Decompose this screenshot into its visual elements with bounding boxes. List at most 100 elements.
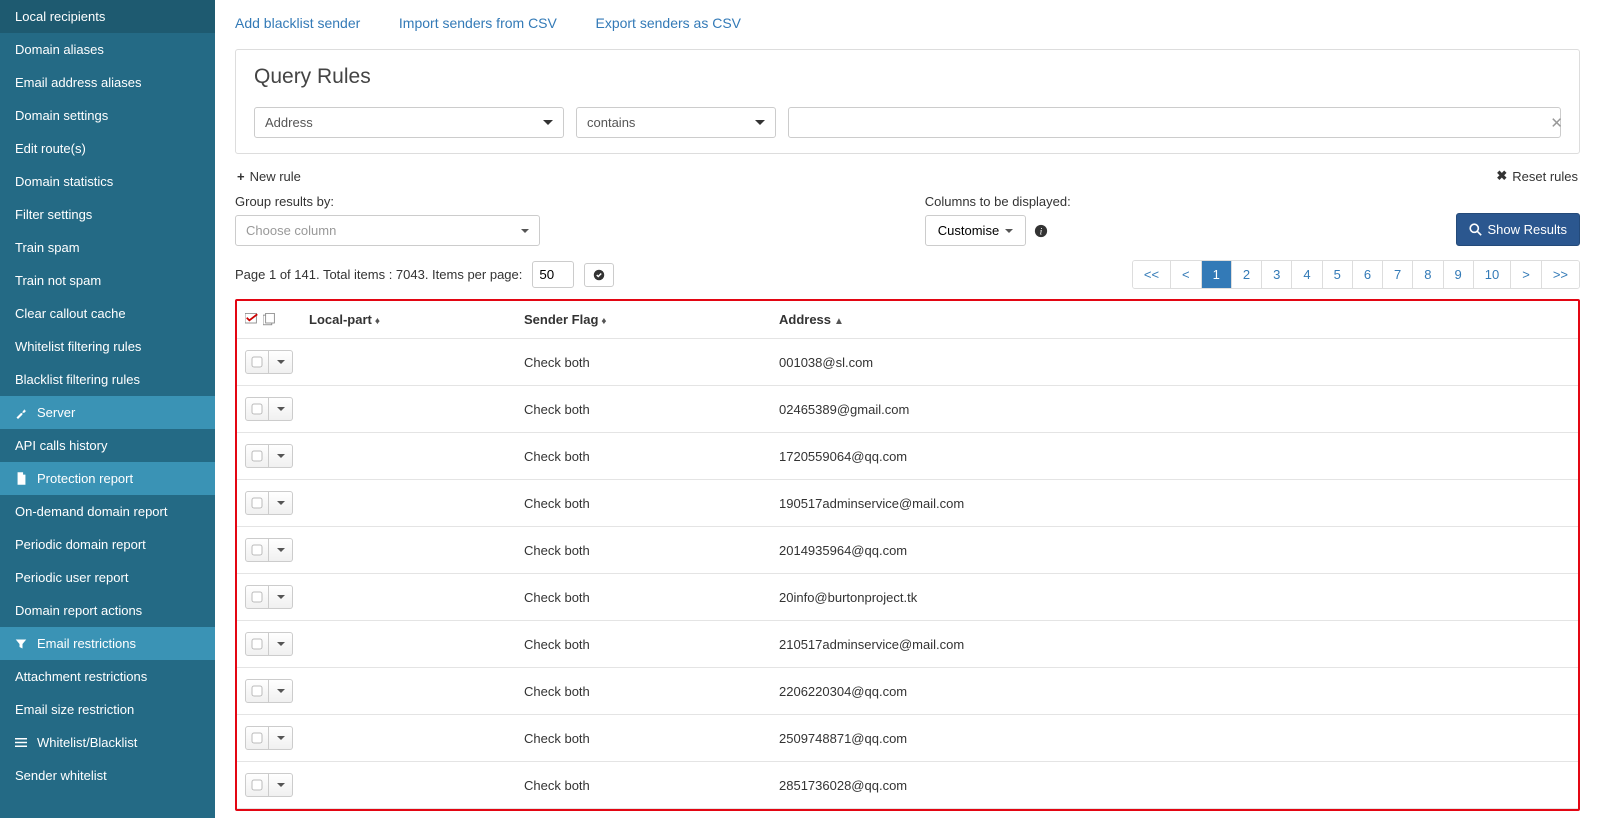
group-by-select[interactable]: Choose column [235,215,540,246]
row-select-checkbox[interactable] [245,773,269,797]
page-5[interactable]: 5 [1322,261,1352,288]
cell-sender-flag: Check both [516,433,771,480]
export-senders-csv-link[interactable]: Export senders as CSV [595,15,741,31]
row-actions-dropdown[interactable] [269,350,293,374]
page-4[interactable]: 4 [1291,261,1321,288]
page-6[interactable]: 6 [1352,261,1382,288]
sidebar-item-api-calls-history[interactable]: API calls history [0,429,215,462]
sidebar-item-label: Domain report actions [15,603,142,618]
cell-sender-flag: Check both [516,715,771,762]
sidebar-item-domain-aliases[interactable]: Domain aliases [0,33,215,66]
row-actions-dropdown[interactable] [269,632,293,656]
page->[interactable]: > [1510,261,1541,288]
add-blacklist-sender-link[interactable]: Add blacklist sender [235,15,360,31]
sidebar-item-periodic-user-report[interactable]: Periodic user report [0,561,215,594]
row-select-checkbox[interactable] [245,585,269,609]
row-actions-dropdown[interactable] [269,444,293,468]
file-icon [15,472,27,485]
column-header-address[interactable]: Address▲ [771,301,1578,339]
row-select-checkbox[interactable] [245,679,269,703]
sidebar-item-whitelist-blacklist[interactable]: Whitelist/Blacklist [0,726,215,759]
sidebar-item-server[interactable]: Server [0,396,215,429]
row-actions-dropdown[interactable] [269,726,293,750]
sidebar-item-whitelist-filtering-rules[interactable]: Whitelist filtering rules [0,330,215,363]
sidebar-item-label: Whitelist/Blacklist [37,735,137,750]
row-select-checkbox[interactable] [245,444,269,468]
sidebar-item-blacklist-filtering-rules[interactable]: Blacklist filtering rules [0,363,215,396]
sidebar-item-attachment-restrictions[interactable]: Attachment restrictions [0,660,215,693]
row-actions-dropdown[interactable] [269,538,293,562]
row-actions-dropdown[interactable] [269,491,293,515]
sidebar-item-sender-whitelist[interactable]: Sender whitelist [0,759,215,792]
sidebar-item-on-demand-domain-report[interactable]: On-demand domain report [0,495,215,528]
apply-items-per-page-button[interactable] [584,263,614,287]
sidebar-item-local-recipients[interactable]: Local recipients [0,0,215,33]
query-operator-select[interactable]: contains [576,107,776,138]
sort-asc-icon: ▲ [834,316,844,327]
items-per-page-input[interactable] [532,261,574,288]
page-10[interactable]: 10 [1473,261,1510,288]
sidebar-item-domain-settings[interactable]: Domain settings [0,99,215,132]
reset-rules-button[interactable]: ✖ Reset rules [1496,168,1578,184]
row-actions-dropdown[interactable] [269,773,293,797]
sidebar-item-email-size-restriction[interactable]: Email size restriction [0,693,215,726]
page-9[interactable]: 9 [1443,261,1473,288]
cell-address: 1720559064@qq.com [771,433,1578,480]
sidebar-item-label: API calls history [15,438,107,453]
table-row: Check both190517adminservice@mail.com [237,480,1578,527]
clear-query-icon[interactable]: ✕ [1542,114,1571,132]
reset-rules-label: Reset rules [1512,169,1578,184]
page-<<[interactable]: << [1133,261,1170,288]
cell-sender-flag: Check both [516,480,771,527]
new-rule-label: New rule [250,169,301,184]
copy-icon[interactable] [263,313,277,326]
customise-columns-button[interactable]: Customise [925,215,1026,246]
row-actions-dropdown[interactable] [269,679,293,703]
page->>[interactable]: >> [1541,261,1579,288]
sidebar-item-email-address-aliases[interactable]: Email address aliases [0,66,215,99]
row-select-checkbox[interactable] [245,491,269,515]
new-rule-button[interactable]: + New rule [237,169,301,184]
page-7[interactable]: 7 [1382,261,1412,288]
page-3[interactable]: 3 [1261,261,1291,288]
table-row: Check both1720559064@qq.com [237,433,1578,480]
sidebar-item-email-restrictions[interactable]: Email restrictions [0,627,215,660]
row-actions-dropdown[interactable] [269,397,293,421]
sidebar-item-label: Edit route(s) [15,141,86,156]
sidebar-item-clear-callout-cache[interactable]: Clear callout cache [0,297,215,330]
page-1[interactable]: 1 [1201,261,1231,288]
row-select-checkbox[interactable] [245,632,269,656]
row-select-checkbox[interactable] [245,397,269,421]
sidebar-item-train-not-spam[interactable]: Train not spam [0,264,215,297]
sidebar-item-periodic-domain-report[interactable]: Periodic domain report [0,528,215,561]
sidebar-item-label: Attachment restrictions [15,669,147,684]
sidebar-item-label: Filter settings [15,207,92,222]
sidebar-item-label: Local recipients [15,9,105,24]
column-header-actions [237,301,301,339]
import-senders-csv-link[interactable]: Import senders from CSV [399,15,557,31]
sidebar-item-domain-statistics[interactable]: Domain statistics [0,165,215,198]
search-icon [1469,223,1482,236]
sort-icon: ♦ [375,316,380,327]
column-header-local-part[interactable]: Local-part♦ [301,301,516,339]
query-value-input[interactable] [788,107,1561,138]
page-8[interactable]: 8 [1412,261,1442,288]
sidebar-item-protection-report[interactable]: Protection report [0,462,215,495]
row-select-checkbox[interactable] [245,350,269,374]
select-all-icon[interactable] [245,313,259,326]
page-<[interactable]: < [1170,261,1201,288]
show-results-button[interactable]: Show Results [1456,213,1580,246]
sidebar-item-train-spam[interactable]: Train spam [0,231,215,264]
row-actions-dropdown[interactable] [269,585,293,609]
sidebar-item-label: Periodic user report [15,570,128,585]
row-select-checkbox[interactable] [245,538,269,562]
page-2[interactable]: 2 [1231,261,1261,288]
sidebar-item-edit-route-s-[interactable]: Edit route(s) [0,132,215,165]
row-select-checkbox[interactable] [245,726,269,750]
sidebar-item-filter-settings[interactable]: Filter settings [0,198,215,231]
sidebar-item-domain-report-actions[interactable]: Domain report actions [0,594,215,627]
sidebar-item-label: Train spam [15,240,80,255]
query-field-select[interactable]: Address [254,107,564,138]
column-header-sender-flag[interactable]: Sender Flag♦ [516,301,771,339]
info-icon[interactable]: i [1034,224,1048,238]
